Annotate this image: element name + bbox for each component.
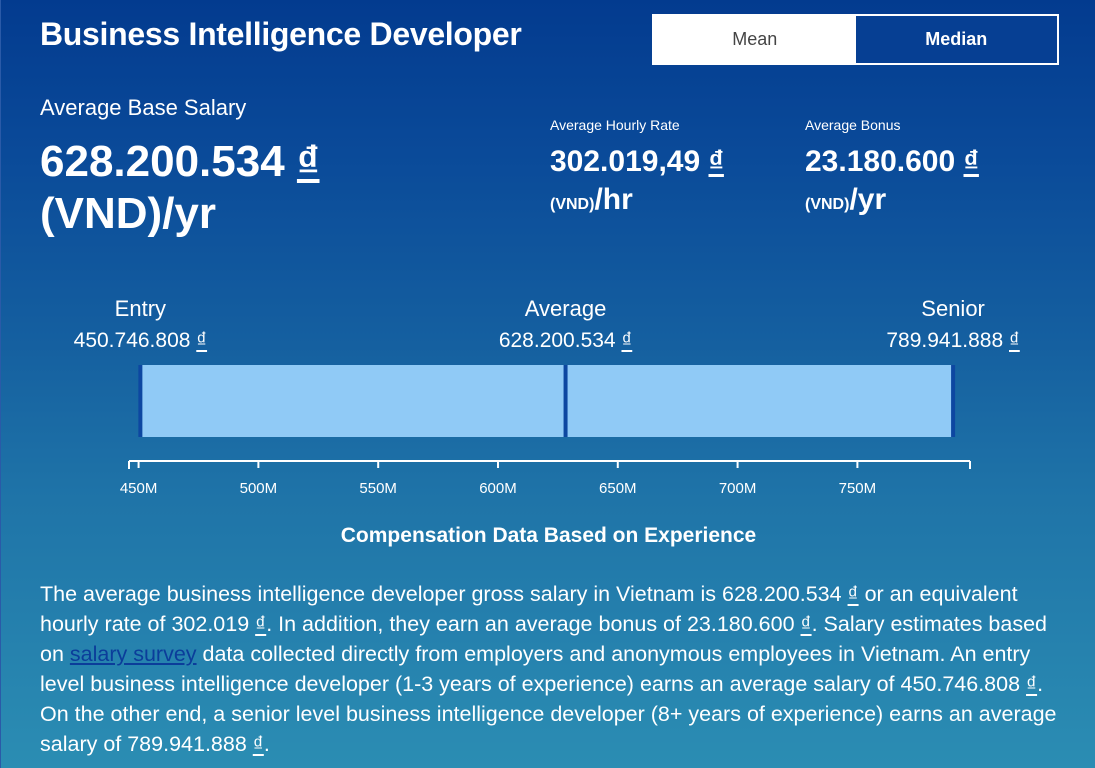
chart-title: Compensation Data Based on Experience (340, 524, 757, 547)
salary-range-chart: 450M 500M 550M 600M 650M 700M 750M (120, 365, 971, 497)
x-tick-label: 650M (599, 480, 637, 497)
dong-symbol: ₫ (252, 732, 264, 756)
salary-survey-link[interactable]: salary survey (70, 642, 197, 666)
salary-description: The average business intelligence develo… (40, 579, 1070, 759)
salary-range-bar (140, 365, 954, 437)
desc-text: . (263, 732, 270, 756)
x-tick-label: 600M (479, 480, 517, 497)
dong-symbol: ₫ (1026, 672, 1038, 696)
marker-entry (138, 365, 143, 437)
desc-text: The average business intelligence develo… (40, 582, 848, 606)
x-tick-label: 450M (120, 480, 158, 497)
marker-senior (951, 365, 956, 437)
x-tick-label: 500M (240, 480, 278, 497)
x-tick-label: 750M (839, 480, 877, 497)
x-tick-label: 700M (719, 480, 757, 497)
dong-symbol: ₫ (255, 612, 267, 636)
marker-average (563, 365, 568, 437)
dong-symbol: ₫ (847, 582, 859, 606)
dong-symbol: ₫ (800, 612, 812, 636)
desc-text: . In addition, they earn an average bonu… (266, 612, 801, 636)
x-tick-label: 550M (359, 480, 397, 497)
